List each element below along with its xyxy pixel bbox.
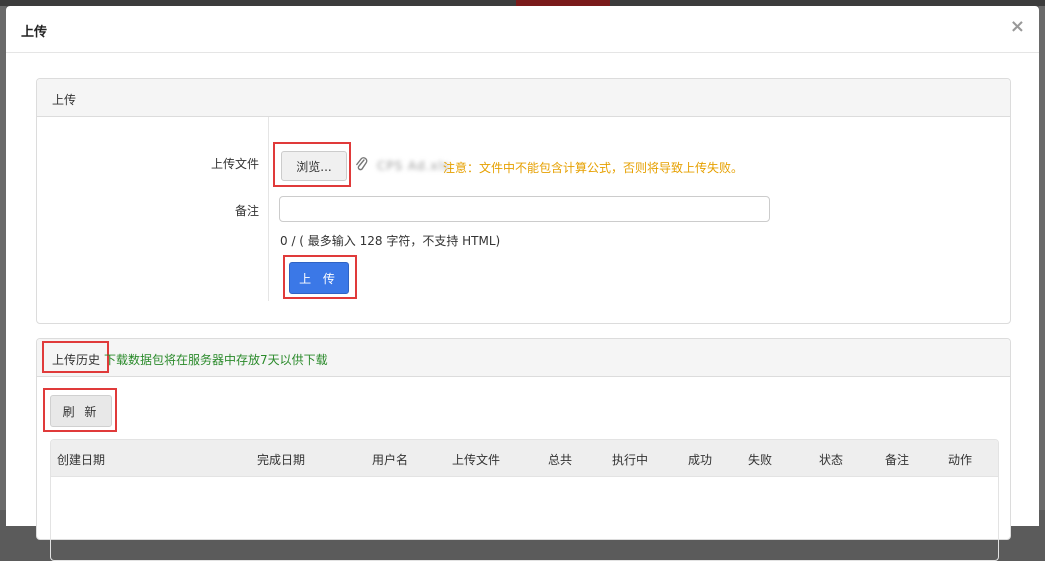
col-running[interactable]: 执行中 [612, 451, 648, 468]
history-panel-heading: 上传历史 下载数据包将在服务器中存放7天以供下载 [37, 339, 1010, 377]
selected-filename: CPS Ad.xls [377, 159, 451, 173]
note-label: 备注 [234, 204, 259, 218]
col-upload-file[interactable]: 上传文件 [452, 451, 500, 468]
col-username[interactable]: 用户名 [372, 451, 408, 468]
upload-panel-heading: 上传 [37, 79, 1010, 117]
history-panel-title: 上传历史 [52, 353, 101, 367]
background-right [1039, 6, 1045, 510]
browse-button[interactable]: 浏览... [281, 151, 347, 181]
upload-button[interactable]: 上 传 [289, 262, 349, 294]
history-retention-note: 下载数据包将在服务器中存放7天以供下载 [104, 353, 328, 367]
form-divider [268, 117, 269, 301]
upload-panel: 上传 上传文件 浏览... CPS Ad.xls 注意：文件中不能包含计算公式，… [36, 78, 1011, 324]
modal-title: 上传 [21, 25, 48, 40]
formula-warning: 注意：文件中不能包含计算公式，否则将导致上传失败。 [443, 161, 744, 175]
upload-panel-title: 上传 [52, 93, 77, 107]
upload-modal: 上传 × 上传 上传文件 浏览... CPS Ad.xls 注意：文件中不能包含… [6, 6, 1039, 561]
col-finished-date[interactable]: 完成日期 [257, 451, 305, 468]
history-table: 创建日期 完成日期 用户名 上传文件 总共 执行中 成功 失败 状态 备注 动作 [50, 439, 999, 561]
paperclip-icon [356, 157, 368, 171]
refresh-button[interactable]: 刷 新 [50, 395, 112, 427]
col-created-date[interactable]: 创建日期 [57, 451, 105, 468]
file-label: 上传文件 [210, 157, 259, 171]
col-total[interactable]: 总共 [548, 451, 572, 468]
history-table-header: 创建日期 完成日期 用户名 上传文件 总共 执行中 成功 失败 状态 备注 动作 [51, 440, 998, 477]
close-icon[interactable]: × [1010, 18, 1025, 36]
col-action[interactable]: 动作 [948, 451, 972, 468]
upload-panel-body: 上传文件 浏览... CPS Ad.xls 注意：文件中不能包含计算公式，否则将… [37, 117, 1010, 322]
col-status[interactable]: 状态 [819, 451, 843, 468]
modal-header: 上传 × [6, 6, 1039, 53]
note-input[interactable] [279, 196, 770, 222]
col-remark[interactable]: 备注 [885, 451, 909, 468]
col-failed[interactable]: 失败 [748, 451, 772, 468]
col-success[interactable]: 成功 [688, 451, 712, 468]
note-char-hint: 0 / ( 最多输入 128 字符，不支持 HTML) [280, 234, 501, 248]
